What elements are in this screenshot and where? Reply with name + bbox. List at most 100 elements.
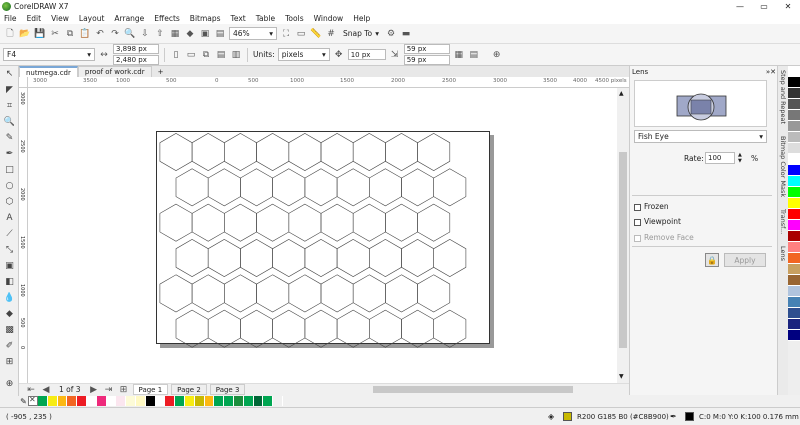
units-dropdown[interactable]: pixels ▾ — [277, 48, 330, 61]
hexagon-shape[interactable] — [368, 309, 402, 348]
color-swatch[interactable] — [788, 77, 800, 88]
tab-page-1[interactable]: Page 1 — [132, 384, 169, 395]
open-folder-icon[interactable]: 📂 — [19, 28, 31, 40]
hexagon-shape[interactable] — [272, 168, 306, 207]
ruler-corner[interactable] — [19, 77, 28, 88]
launch-icon[interactable]: ▬ — [400, 28, 412, 40]
first-page-icon[interactable]: ⇤ — [25, 384, 37, 396]
horizontal-scroll-thumb[interactable] — [373, 386, 573, 393]
color-palette[interactable]: ✕ — [28, 395, 630, 407]
frozen-checkbox[interactable]: Frozen — [634, 202, 669, 211]
wireframe-icon[interactable]: ▭ — [295, 28, 307, 40]
hexagon-shape[interactable] — [401, 309, 435, 348]
color-swatch[interactable] — [788, 176, 800, 187]
hexagon-shape[interactable] — [417, 133, 451, 171]
color-swatch[interactable] — [788, 121, 800, 132]
drop-shadow-icon[interactable]: ▣ — [1, 258, 18, 274]
scroll-thumb[interactable] — [619, 152, 627, 348]
current-page-icon[interactable]: ▤ — [215, 49, 227, 61]
hexagon-shape[interactable] — [385, 203, 418, 242]
menu-view[interactable]: View — [51, 14, 69, 23]
transparency-icon[interactable]: ◧ — [1, 274, 18, 290]
color-swatch[interactable] — [96, 396, 107, 406]
outline-pen-icon[interactable]: ✐ — [1, 338, 18, 354]
hexagon-shape[interactable] — [240, 239, 273, 277]
vertical-ruler[interactable]: 3000 2500 2000 1500 1000 500 0 — [19, 88, 28, 383]
menu-edit[interactable]: Edit — [27, 14, 42, 23]
color-eyedropper-icon[interactable]: 💧 — [1, 290, 18, 306]
page-size-dropdown[interactable]: F4 ▾ — [3, 48, 95, 61]
hexagon-shape[interactable] — [256, 133, 290, 171]
horizontal-ruler[interactable]: 3000 3500 1000 500 0 500 1000 1500 2000 … — [28, 77, 629, 88]
color-swatch[interactable] — [788, 99, 800, 110]
previous-page-icon[interactable]: ◀ — [40, 384, 52, 396]
color-swatch[interactable] — [135, 396, 146, 406]
menu-window[interactable]: Window — [314, 14, 344, 23]
hexagon-shape[interactable] — [288, 203, 322, 242]
menu-tools[interactable]: Tools — [285, 14, 303, 23]
menu-arrange[interactable]: Arrange — [114, 14, 144, 23]
color-swatch[interactable] — [175, 396, 185, 406]
color-swatch[interactable] — [788, 297, 800, 308]
smart-fill-icon[interactable]: ▩ — [1, 322, 18, 338]
color-swatch[interactable] — [788, 242, 800, 253]
color-swatch[interactable] — [788, 66, 800, 77]
hexagon-pattern[interactable] — [28, 88, 617, 383]
hexagon-shape[interactable] — [433, 239, 467, 277]
hexagon-shape[interactable] — [304, 309, 338, 348]
scroll-down-icon[interactable]: ▼ — [619, 373, 624, 380]
outline-color-swatch[interactable] — [685, 412, 694, 421]
text-tool-icon[interactable]: A — [1, 210, 18, 226]
freehand-tool-icon[interactable]: ✎ — [1, 130, 18, 146]
zoom-tool-icon[interactable]: 🔍 — [1, 114, 18, 130]
hexagon-shape[interactable] — [207, 239, 241, 277]
color-swatch[interactable] — [214, 396, 225, 406]
docker-collapse-icon[interactable]: »✕ — [766, 68, 776, 78]
palette-eyedropper-icon[interactable]: ✎ — [19, 395, 28, 407]
hexagon-shape[interactable] — [288, 133, 322, 171]
color-swatch[interactable] — [788, 286, 800, 297]
duplicate-x-field[interactable]: 59 px — [403, 44, 450, 54]
hexagon-shape[interactable] — [159, 274, 193, 313]
color-swatch[interactable] — [184, 396, 195, 406]
rectangle-tool-icon[interactable]: □ — [1, 162, 18, 178]
color-swatch[interactable] — [788, 330, 800, 341]
hexagon-shape[interactable] — [320, 133, 354, 171]
color-swatch[interactable] — [788, 154, 800, 165]
options-gear-icon[interactable]: ⚙ — [385, 28, 397, 40]
page-height-field[interactable]: 2,480 px — [113, 55, 159, 65]
polygon-tool-icon[interactable]: ⬡ — [1, 194, 18, 210]
hexagon-shape[interactable] — [320, 203, 354, 242]
color-swatch[interactable] — [788, 231, 800, 242]
new-document-icon[interactable]: 🗋 — [4, 28, 16, 40]
tab-bitmap-color-mask[interactable]: Bitmap Color Mask — [779, 136, 787, 197]
tab-page-3[interactable]: Page 3 — [209, 384, 246, 395]
paste-icon[interactable]: 📋 — [79, 28, 91, 40]
options-icon[interactable]: ▤ — [468, 49, 480, 61]
hexagon-shape[interactable] — [417, 203, 451, 242]
color-swatch[interactable] — [788, 275, 800, 286]
hexagon-shape[interactable] — [191, 274, 225, 313]
export-icon[interactable]: ⇧ — [154, 28, 166, 40]
tab-step-and-repeat[interactable]: Step and Repeat — [779, 70, 787, 124]
color-swatch[interactable] — [233, 396, 244, 406]
color-swatch[interactable] — [788, 143, 800, 154]
color-swatch[interactable] — [67, 396, 78, 406]
copy-icon[interactable]: ⧉ — [64, 28, 76, 40]
hexagon-shape[interactable] — [352, 274, 386, 313]
hexagon-shape[interactable] — [207, 168, 241, 207]
hexagon-shape[interactable] — [175, 239, 209, 277]
color-swatch[interactable] — [145, 396, 156, 406]
crop-tool-icon[interactable]: ⌗ — [1, 98, 18, 114]
color-swatch[interactable] — [38, 396, 48, 406]
color-swatch[interactable] — [224, 396, 234, 406]
menu-text[interactable]: Text — [231, 14, 246, 23]
hexagon-shape[interactable] — [433, 309, 467, 348]
add-tool-icon[interactable]: ⊕ — [1, 376, 18, 392]
grid-icon[interactable]: # — [325, 28, 337, 40]
hexagon-shape[interactable] — [417, 274, 451, 313]
import-icon[interactable]: ⇩ — [139, 28, 151, 40]
landscape-icon[interactable]: ▭ — [185, 49, 197, 61]
publish-pdf-icon[interactable]: ▦ — [169, 28, 181, 40]
color-swatch[interactable] — [788, 264, 800, 275]
